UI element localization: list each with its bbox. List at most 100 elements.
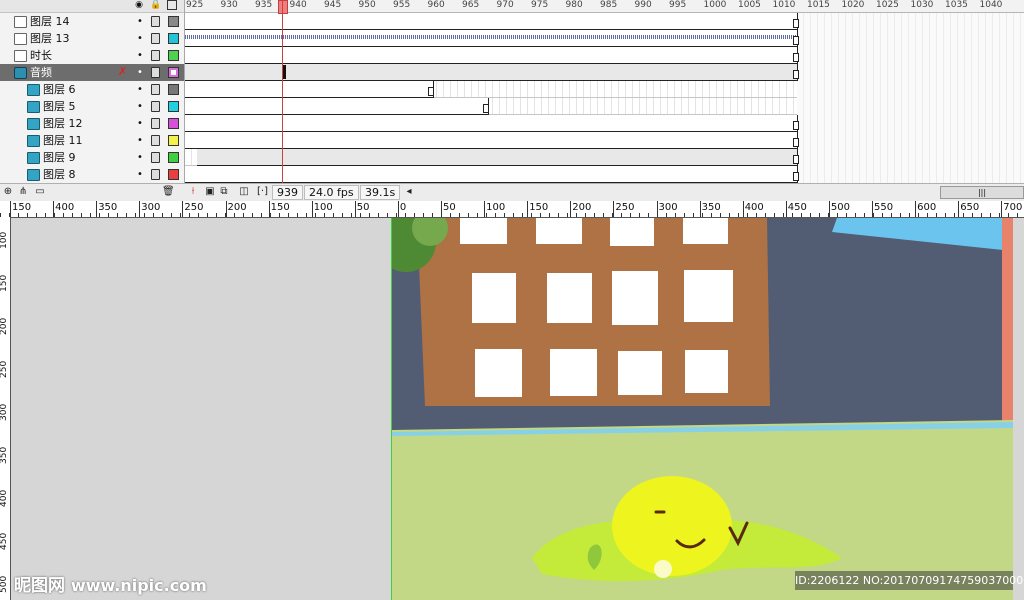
frame-span[interactable]	[197, 149, 798, 166]
layer-row[interactable]: 时长 •	[0, 47, 184, 65]
visibility-toggle[interactable]: •	[137, 49, 143, 62]
lock-toggle[interactable]	[151, 16, 160, 27]
layer-name[interactable]: 图层 11	[43, 134, 83, 147]
lock-toggle[interactable]	[151, 169, 160, 180]
layer-row[interactable]: 音频 ✗ •	[0, 64, 184, 82]
layer-name[interactable]: 图层 14	[30, 15, 70, 28]
delete-layer-icon[interactable]: 🗑	[162, 186, 175, 198]
eye-icon[interactable]: ◉	[134, 0, 144, 10]
frame-row[interactable]	[185, 132, 799, 149]
frame-row[interactable]	[185, 166, 799, 183]
outline-color-swatch[interactable]	[168, 152, 179, 163]
modify-markers-icon[interactable]: [·]	[257, 186, 268, 198]
lock-icon[interactable]: 🔒	[150, 0, 161, 10]
outline-color-swatch[interactable]	[168, 50, 179, 61]
frame-span[interactable]	[185, 115, 798, 132]
visibility-toggle[interactable]: •	[137, 117, 143, 130]
frame-span[interactable]	[185, 166, 798, 183]
layer-row[interactable]: 图层 14 •	[0, 13, 184, 31]
edit-multiple-icon[interactable]: ◫	[239, 186, 249, 198]
end-frame-marker[interactable]	[793, 53, 799, 62]
visibility-toggle[interactable]: •	[137, 151, 143, 164]
outline-color-swatch[interactable]	[168, 169, 179, 180]
layer-name[interactable]: 图层 12	[43, 117, 83, 130]
frame-row[interactable]	[185, 30, 799, 47]
end-frame-marker[interactable]	[793, 138, 799, 147]
lock-toggle[interactable]	[151, 135, 160, 146]
visibility-toggle[interactable]: •	[137, 134, 143, 147]
lock-toggle[interactable]	[151, 67, 160, 78]
layer-row[interactable]: 图层 11 •	[0, 132, 184, 150]
outline-color-swatch[interactable]	[168, 135, 179, 146]
playhead-line[interactable]	[282, 0, 283, 183]
outline-color-swatch[interactable]	[168, 118, 179, 129]
layer-name[interactable]: 音频	[30, 66, 52, 79]
visibility-toggle[interactable]: •	[137, 100, 143, 113]
outline-color-swatch[interactable]	[168, 16, 179, 27]
outline-color-swatch[interactable]	[168, 101, 179, 112]
lock-toggle[interactable]	[151, 50, 160, 61]
onion-outline-icon[interactable]: ⧉	[219, 186, 229, 198]
frame-row[interactable]	[185, 81, 797, 98]
frame-span[interactable]	[185, 64, 798, 81]
lock-toggle[interactable]	[151, 152, 160, 163]
outline-color-swatch[interactable]	[168, 84, 179, 95]
stage-canvas[interactable]	[391, 218, 1013, 600]
layer-row[interactable]: 图层 6 •	[0, 81, 184, 99]
playhead-handle[interactable]	[278, 0, 288, 14]
visibility-toggle[interactable]: •	[137, 168, 143, 181]
lock-toggle[interactable]	[151, 84, 160, 95]
visibility-toggle[interactable]: •	[137, 83, 143, 96]
layer-row[interactable]: 图层 13 •	[0, 30, 184, 48]
end-frame-marker[interactable]	[793, 121, 799, 130]
frame-row[interactable]	[185, 149, 799, 166]
lock-toggle[interactable]	[151, 118, 160, 129]
layer-row[interactable]: 图层 12 •	[0, 115, 184, 133]
lock-toggle[interactable]	[151, 101, 160, 112]
frame-row[interactable]	[185, 47, 799, 64]
frame-ruler[interactable]: 925 930 935 940 945 950 955 960 965 970 975 980 985 9…	[185, 0, 1024, 13]
visibility-toggle[interactable]: •	[137, 32, 143, 45]
frame-span[interactable]	[185, 13, 798, 30]
visibility-toggle[interactable]: •	[137, 15, 143, 28]
end-frame-marker[interactable]	[428, 87, 434, 96]
layer-name[interactable]: 图层 8	[43, 168, 76, 181]
layer-name[interactable]: 图层 13	[30, 32, 70, 45]
frame-span[interactable]	[185, 132, 798, 149]
new-folder-icon[interactable]: ▭	[33, 186, 47, 198]
layer-name[interactable]: 时长	[30, 49, 52, 62]
new-layer-icon[interactable]: ⊕	[2, 186, 14, 198]
frame-row[interactable]	[185, 98, 797, 115]
layer-row[interactable]: 图层 8 •	[0, 166, 184, 184]
add-guide-icon[interactable]: ⋔	[17, 186, 29, 198]
end-frame-marker[interactable]	[483, 104, 489, 113]
scroll-left-arrow[interactable]: ◂	[404, 186, 414, 198]
layer-name[interactable]: 图层 6	[43, 83, 76, 96]
visibility-toggle[interactable]: •	[137, 66, 143, 79]
onion-skin-icon[interactable]: ▣	[205, 186, 215, 198]
frame-row[interactable]	[185, 64, 799, 81]
frames-panel[interactable]: 925 930 935 940 945 950 955 960 965 970 975 980 985 9…	[185, 0, 1024, 183]
end-frame-marker[interactable]	[793, 155, 799, 164]
frame-span[interactable]	[185, 47, 798, 64]
frame-span[interactable]	[185, 30, 798, 47]
horizontal-scrollbar[interactable]: |||	[940, 186, 1024, 199]
frame-grid[interactable]	[185, 13, 1024, 183]
frame-row[interactable]	[185, 115, 799, 132]
frame-span[interactable]	[185, 81, 434, 98]
layer-row[interactable]: 图层 9 •	[0, 149, 184, 167]
frame-grid-empty[interactable]	[797, 13, 1024, 183]
end-frame-marker[interactable]	[793, 19, 799, 28]
center-frame-icon[interactable]: ⍿	[188, 186, 198, 198]
frame-row[interactable]	[185, 13, 799, 30]
layer-name[interactable]: 图层 5	[43, 100, 76, 113]
scene-artwork[interactable]	[392, 218, 1013, 600]
end-frame-marker[interactable]	[793, 70, 799, 79]
end-frame-marker[interactable]	[793, 172, 799, 181]
layer-row[interactable]: 图层 5 •	[0, 98, 184, 116]
frame-rate[interactable]: 24.0 fps	[304, 185, 359, 200]
outline-icon[interactable]	[167, 0, 177, 10]
end-frame-marker[interactable]	[793, 36, 799, 45]
lock-toggle[interactable]	[151, 33, 160, 44]
outline-color-swatch[interactable]	[168, 67, 179, 78]
